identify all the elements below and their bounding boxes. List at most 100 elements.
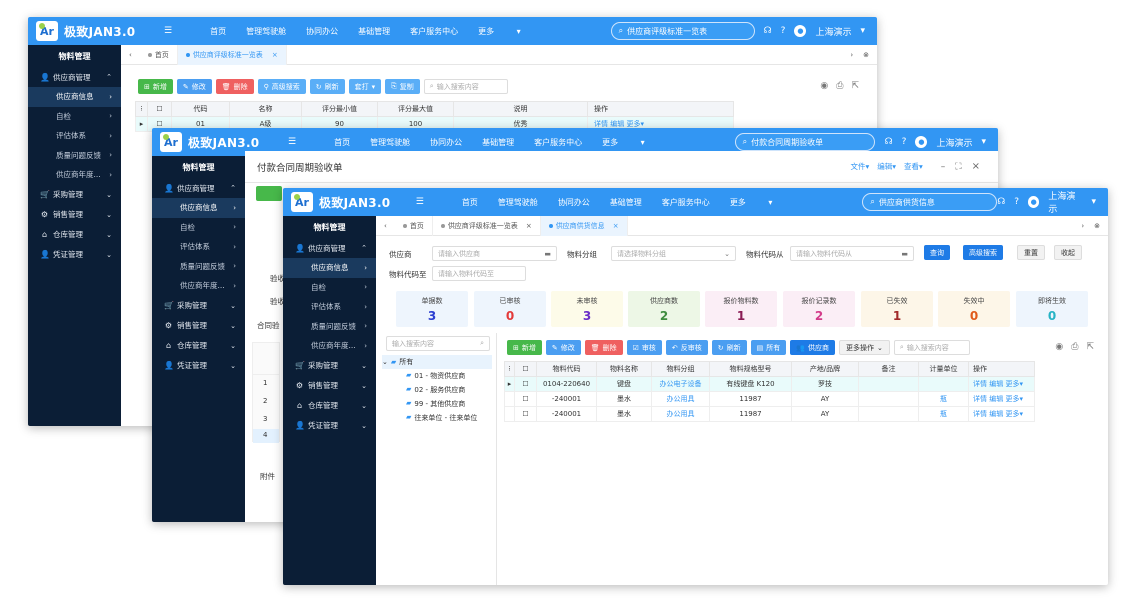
menu-edit[interactable]: 编辑▾ [877, 161, 896, 172]
nav-cockpit[interactable]: 管理驾驶舱 [370, 137, 410, 148]
sidebar-item-annual[interactable]: 供应商年度... › [283, 336, 376, 356]
app-logo[interactable]: Ar 极致JAN3.0 [160, 132, 288, 152]
tree-node[interactable]: ▰ 02 - 服务供应商 [406, 385, 465, 395]
more-link[interactable]: 更多▾ [1005, 380, 1023, 388]
chevron-left-icon[interactable]: ‹ [121, 51, 140, 59]
tab-supply[interactable]: 供应商供货信息 × [540, 215, 628, 236]
chevron-right-icon[interactable]: › [1081, 222, 1084, 230]
app-logo[interactable]: Ar 极致JAN3.0 [291, 192, 416, 212]
search-input[interactable]: ⌕ 输入搜索内容 [423, 79, 508, 94]
chevron-down-icon[interactable]: ▾ [860, 26, 865, 36]
headset-icon[interactable]: ☊ [885, 137, 893, 147]
more-link[interactable]: 更多▾ [626, 120, 644, 128]
sidebar-group-warehouse[interactable]: ⌂ 仓库管理 ⌄ [28, 225, 121, 245]
sidebar-item-annual[interactable]: 供应商年度... › [152, 276, 245, 296]
avatar[interactable]: ● [794, 25, 807, 37]
sidebar-item-self-check[interactable]: 自检 › [28, 107, 121, 127]
minimize-icon[interactable]: – [941, 162, 946, 172]
help-icon[interactable]: ? [1014, 197, 1019, 207]
sidebar-item-evaluation[interactable]: 评估体系 › [152, 237, 245, 257]
tree-node-all[interactable]: ⌄ ▰ 所有 [382, 355, 492, 369]
edit-link[interactable]: 编辑 [989, 410, 1003, 418]
edit-button[interactable]: ✎ 修改 [545, 340, 581, 355]
stat-documents[interactable]: 单据数 3 [396, 291, 468, 327]
refresh-button[interactable]: ↻ 刷新 [309, 79, 345, 94]
tab-home[interactable]: 首页 [395, 215, 433, 236]
sidebar-group-sales[interactable]: ⚙ 销售管理 ⌄ [152, 316, 245, 336]
sidebar-group-warehouse[interactable]: ⌂ 仓库管理 ⌄ [283, 396, 376, 416]
sidebar-group-voucher[interactable]: 👤 凭证管理 ⌄ [283, 416, 376, 436]
eye-icon[interactable]: ◉ [820, 81, 828, 91]
print-button[interactable]: 套打 ▾ [348, 79, 382, 94]
nav-basic[interactable]: 基础管理 [358, 26, 390, 37]
tab-rating[interactable]: 供应商评级标准一览表 × [433, 215, 541, 236]
reset-button[interactable]: 重置 [1017, 245, 1045, 260]
sidebar-item-quality[interactable]: 质量问题反馈 › [283, 317, 376, 337]
sidebar-item-supplier-info[interactable]: 供应商信息 › [152, 198, 245, 218]
sidebar-item-evaluation[interactable]: 评估体系 › [283, 297, 376, 317]
unapprove-button[interactable]: ↶ 反审核 [665, 340, 708, 355]
sidebar-group-sales[interactable]: ⚙ 销售管理 ⌄ [283, 376, 376, 396]
detail-link[interactable]: 详情 [973, 380, 987, 388]
delete-button[interactable]: 🗑 删除 [215, 79, 254, 94]
code-to-input[interactable]: 请输入物料代码至 [432, 266, 526, 281]
sidebar-item-quality[interactable]: 质量问题反馈 › [152, 257, 245, 277]
stat-quote-records[interactable]: 报价记录数 2 [783, 291, 855, 327]
sidebar-item-supplier-info[interactable]: 供应商信息 › [283, 258, 376, 278]
detail-link[interactable]: 详情 [973, 410, 987, 418]
stat-unapproved[interactable]: 未审核 3 [551, 291, 623, 327]
help-icon[interactable]: ? [902, 137, 907, 147]
nav-cockpit[interactable]: 管理驾驶舱 [246, 26, 286, 37]
nav-more[interactable]: 更多 ▾ [602, 137, 645, 148]
edit-link[interactable]: 编辑 [989, 380, 1003, 388]
export-icon[interactable]: ⇱ [851, 81, 859, 91]
nav-more[interactable]: 更多 ▾ [730, 197, 773, 208]
export-icon[interactable]: ⇱ [1086, 342, 1094, 352]
close-icon[interactable]: × [613, 222, 619, 230]
close-icon[interactable]: × [526, 222, 532, 230]
table-row[interactable]: ☐ -240001 墨水 办公用具 11987 AY 瓶详情 编辑 更多▾ [504, 406, 1035, 422]
menu-view[interactable]: 查看▾ [904, 161, 923, 172]
stat-suppliers[interactable]: 供应商数 2 [628, 291, 700, 327]
nav-basic[interactable]: 基础管理 [610, 197, 642, 208]
sidebar-group-voucher[interactable]: 👤 凭证管理 ⌄ [152, 356, 245, 376]
stat-upcoming[interactable]: 即将生效 0 [1016, 291, 1088, 327]
nav-office[interactable]: 协同办公 [558, 197, 590, 208]
detail-link[interactable]: 详情 [594, 120, 608, 128]
chevron-down-icon[interactable]: ▾ [981, 137, 986, 147]
global-search[interactable]: ⌕ 供应商供货信息 [862, 193, 998, 211]
tree-node[interactable]: ▰ 往来单位 - 往来单位 [406, 413, 477, 423]
avatar[interactable]: ● [1028, 196, 1040, 208]
detail-link[interactable]: 详情 [973, 395, 987, 403]
sidebar-item-self-check[interactable]: 自检 › [152, 218, 245, 238]
sidebar-item-self-check[interactable]: 自检 › [283, 278, 376, 298]
stat-expiring[interactable]: 失效中 0 [938, 291, 1010, 327]
add-button[interactable]: ⊞ 新增 [138, 79, 173, 94]
all-button[interactable]: ▤ 所有 [750, 340, 787, 355]
tree-node[interactable]: ▰ 01 - 物资供应商 [406, 371, 465, 381]
nav-more[interactable]: 更多 ▾ [478, 26, 521, 37]
sidebar-group-supplier[interactable]: 👤 供应商管理 ⌃ [283, 238, 376, 258]
close-icon[interactable]: × [272, 51, 278, 59]
global-search[interactable]: ⌕ 付款合同周期验收单 [734, 133, 875, 151]
printer-icon[interactable]: ⎙ [1071, 342, 1078, 352]
global-search[interactable]: ⌕ 供应商评级标准一览表 [610, 22, 755, 40]
sidebar-group-sales[interactable]: ⚙ 销售管理 ⌄ [28, 205, 121, 225]
menu-icon[interactable]: ☰ [164, 26, 172, 36]
nav-home[interactable]: 首页 [210, 26, 226, 37]
more-actions-button[interactable]: 更多操作 ⌄ [839, 340, 890, 355]
add-button[interactable]: ⊞ 新增 [507, 340, 542, 355]
menu-icon[interactable]: ☰ [288, 137, 296, 147]
edit-button[interactable]: ✎ 修改 [176, 79, 212, 94]
user-name[interactable]: 上海演示 [1048, 189, 1082, 215]
sidebar-item-quality[interactable]: 质量问题反馈 › [28, 146, 121, 166]
sidebar-group-supplier[interactable]: 👤 供应商管理 ⌃ [152, 178, 245, 198]
avatar[interactable]: ● [915, 136, 928, 148]
app-logo[interactable]: Ar 极致JAN3.0 [36, 21, 164, 41]
headset-icon[interactable]: ☊ [997, 197, 1005, 207]
nav-service[interactable]: 客户服务中心 [662, 197, 710, 208]
help-icon[interactable]: ? [781, 26, 786, 36]
advanced-search-button[interactable]: ⚲ 高级搜索 [257, 79, 306, 94]
tree-node[interactable]: ▰ 99 - 其他供应商 [406, 399, 465, 409]
maximize-icon[interactable]: ⛶ [955, 162, 961, 172]
